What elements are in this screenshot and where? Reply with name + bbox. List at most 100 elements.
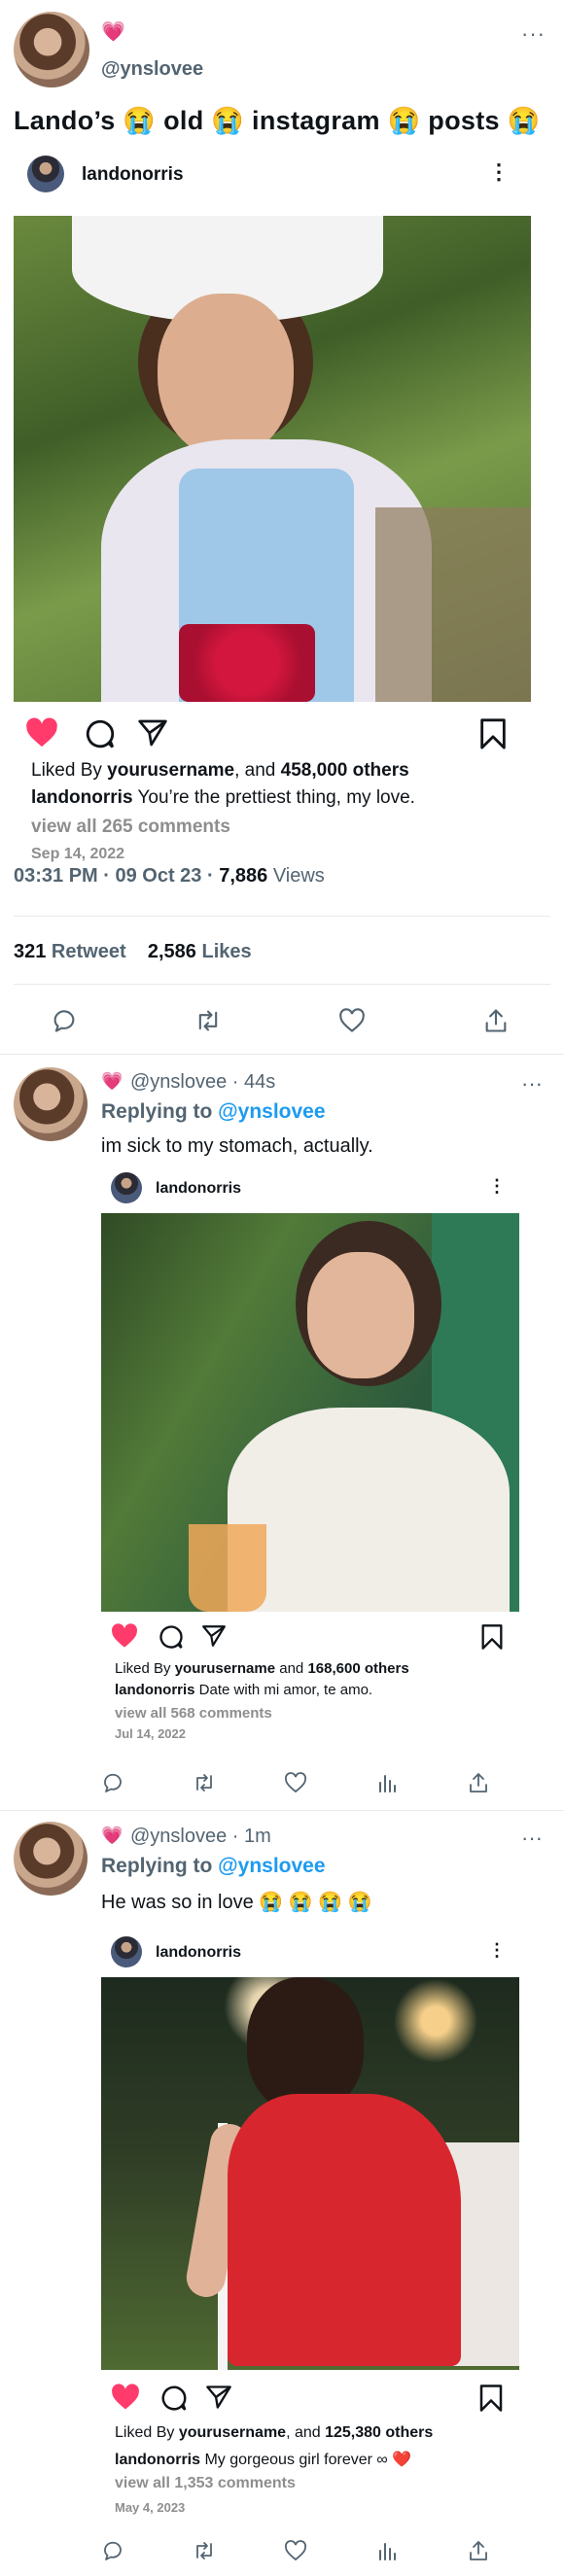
more-options-button[interactable]: ··· xyxy=(521,21,546,47)
divider xyxy=(14,916,550,917)
more-options-button[interactable]: ··· xyxy=(521,1071,543,1097)
ig-post-photo[interactable] xyxy=(101,1977,519,2370)
avatar[interactable] xyxy=(14,12,89,87)
tweet-handle[interactable]: @ynslovee · 1m xyxy=(130,1826,271,1848)
pink-heart-emoji: 💗 xyxy=(101,1071,123,1091)
ig-liked-by: Liked By yourusername, and 458,000 other… xyxy=(31,760,409,782)
divider xyxy=(14,984,550,985)
tweet-action-bar xyxy=(93,2531,560,2570)
ig-post-photo[interactable] xyxy=(101,1213,519,1612)
ig-username[interactable]: landonorris xyxy=(156,1180,241,1198)
caption-user[interactable]: landonorris xyxy=(115,2452,200,2468)
bookmark-icon[interactable] xyxy=(480,1623,504,1655)
heart-icon[interactable] xyxy=(111,1623,138,1654)
avatar[interactable] xyxy=(14,1822,88,1896)
heart-icon[interactable] xyxy=(25,717,58,753)
ig-username[interactable]: landonorris xyxy=(156,1944,241,1962)
ig-more-button[interactable]: ⋮ xyxy=(488,1176,506,1197)
reply-button[interactable] xyxy=(45,1001,84,1040)
like-button[interactable] xyxy=(333,1001,371,1040)
caption-text: My gorgeous girl forever ∞ ❤️ xyxy=(200,2452,412,2468)
caption-text: Date with mi amor, te amo. xyxy=(194,1682,373,1698)
comment-icon[interactable] xyxy=(159,2384,189,2418)
reply-icon xyxy=(104,2541,122,2560)
share-icon xyxy=(470,1773,487,1793)
like-button[interactable] xyxy=(276,2531,315,2570)
tweet-timestamp: 03:31 PM · 09 Oct 23 · 7,886 Views xyxy=(14,865,325,888)
ig-liked-by: Liked By yourusername and 168,600 others xyxy=(115,1660,409,1677)
send-icon[interactable] xyxy=(136,717,169,753)
reply-tweet: 💗 @ynslovee · 44s ··· Replying to @ynslo… xyxy=(0,1058,564,1808)
ig-view-comments[interactable]: view all 1,353 comments xyxy=(115,2475,296,2492)
instagram-post-card: landonorris ⋮ Liked By yourusername, and… xyxy=(101,1932,529,2527)
analytics-button[interactable] xyxy=(368,1763,406,1802)
tweet-text: im sick to my stomach, actually. xyxy=(101,1135,373,1157)
replying-to: Replying to @ynslovee xyxy=(101,1855,326,1878)
share-button[interactable] xyxy=(459,1763,498,1802)
ig-more-button[interactable]: ⋮ xyxy=(488,159,510,185)
caption-user[interactable]: landonorris xyxy=(115,1682,195,1698)
more-options-button[interactable]: ··· xyxy=(521,1826,543,1851)
tweet-stats: 321 Retweet 2,586 Likes xyxy=(14,941,252,963)
reply-button[interactable] xyxy=(93,2531,132,2570)
send-icon[interactable] xyxy=(204,2384,233,2416)
ig-action-bar xyxy=(101,1621,519,1653)
bookmark-icon[interactable] xyxy=(478,2384,504,2418)
analytics-button[interactable] xyxy=(368,2531,406,2570)
liked-count[interactable]: 125,380 others xyxy=(325,2424,433,2441)
likes-label[interactable]: Likes xyxy=(196,941,251,962)
liked-user[interactable]: yourusername xyxy=(107,760,234,781)
like-icon xyxy=(285,2540,306,2561)
photo-face xyxy=(158,294,294,459)
ig-avatar[interactable] xyxy=(111,1936,142,1967)
ig-post-photo[interactable] xyxy=(14,216,531,702)
tweet-separator xyxy=(0,1810,564,1811)
ig-date: May 4, 2023 xyxy=(115,2500,186,2515)
share-icon xyxy=(485,1009,507,1032)
mention-link[interactable]: @ynslovee xyxy=(218,1100,325,1123)
liked-user[interactable]: yourusername xyxy=(179,2424,286,2441)
retweet-button[interactable] xyxy=(185,1763,224,1802)
photo-raspberries xyxy=(179,624,315,702)
retweet-button[interactable] xyxy=(189,1001,228,1040)
mention-link[interactable]: @ynslovee xyxy=(218,1855,325,1877)
tweet-handle[interactable]: @ynslovee xyxy=(101,58,203,81)
retweets-count[interactable]: 321 xyxy=(14,941,46,962)
pink-heart-emoji: 💗 xyxy=(101,21,125,43)
caption-text: You’re the prettiest thing, my love. xyxy=(132,787,415,808)
ig-username[interactable]: landonorris xyxy=(82,164,184,186)
liked-count[interactable]: 458,000 others xyxy=(281,760,409,781)
ig-caption: landonorris My gorgeous girl forever ∞ ❤… xyxy=(115,2450,411,2469)
ig-avatar[interactable] xyxy=(111,1172,142,1203)
heart-icon[interactable] xyxy=(111,2384,140,2416)
comment-icon[interactable] xyxy=(84,717,117,755)
ig-avatar[interactable] xyxy=(27,156,64,192)
ig-view-comments[interactable]: view all 568 comments xyxy=(115,1705,272,1722)
ig-date: Sep 14, 2022 xyxy=(31,846,125,862)
instagram-post-card: landonorris ⋮ Liked By yourusername, and… xyxy=(14,146,539,862)
share-button[interactable] xyxy=(459,2531,498,2570)
analytics-icon xyxy=(379,2543,396,2560)
bookmark-icon[interactable] xyxy=(478,717,508,755)
replying-prefix: Replying to xyxy=(101,1855,219,1877)
ig-more-button[interactable]: ⋮ xyxy=(488,1940,506,1961)
retweets-label[interactable]: Retweet xyxy=(46,941,126,962)
tweet-action-bar xyxy=(93,1763,560,1802)
liked-user[interactable]: yourusername xyxy=(175,1660,275,1677)
caption-user[interactable]: landonorris xyxy=(31,787,133,808)
share-button[interactable] xyxy=(476,1001,515,1040)
ig-caption: landonorris Date with mi amor, te amo. xyxy=(115,1682,372,1698)
liked-count[interactable]: 168,600 others xyxy=(307,1660,408,1677)
like-button[interactable] xyxy=(276,1763,315,1802)
reply-button[interactable] xyxy=(93,1763,132,1802)
tweet-handle[interactable]: @ynslovee · 44s xyxy=(130,1071,275,1094)
replying-to: Replying to @ynslovee xyxy=(101,1100,326,1124)
likes-count[interactable]: 2,586 xyxy=(148,941,196,962)
liked-prefix: Liked By xyxy=(115,2424,179,2441)
liked-prefix: Liked By xyxy=(31,760,108,781)
retweet-button[interactable] xyxy=(185,2531,224,2570)
comment-icon[interactable] xyxy=(158,1623,185,1655)
avatar[interactable] xyxy=(14,1067,88,1141)
ig-view-comments[interactable]: view all 265 comments xyxy=(31,817,230,838)
send-icon[interactable] xyxy=(200,1623,228,1654)
